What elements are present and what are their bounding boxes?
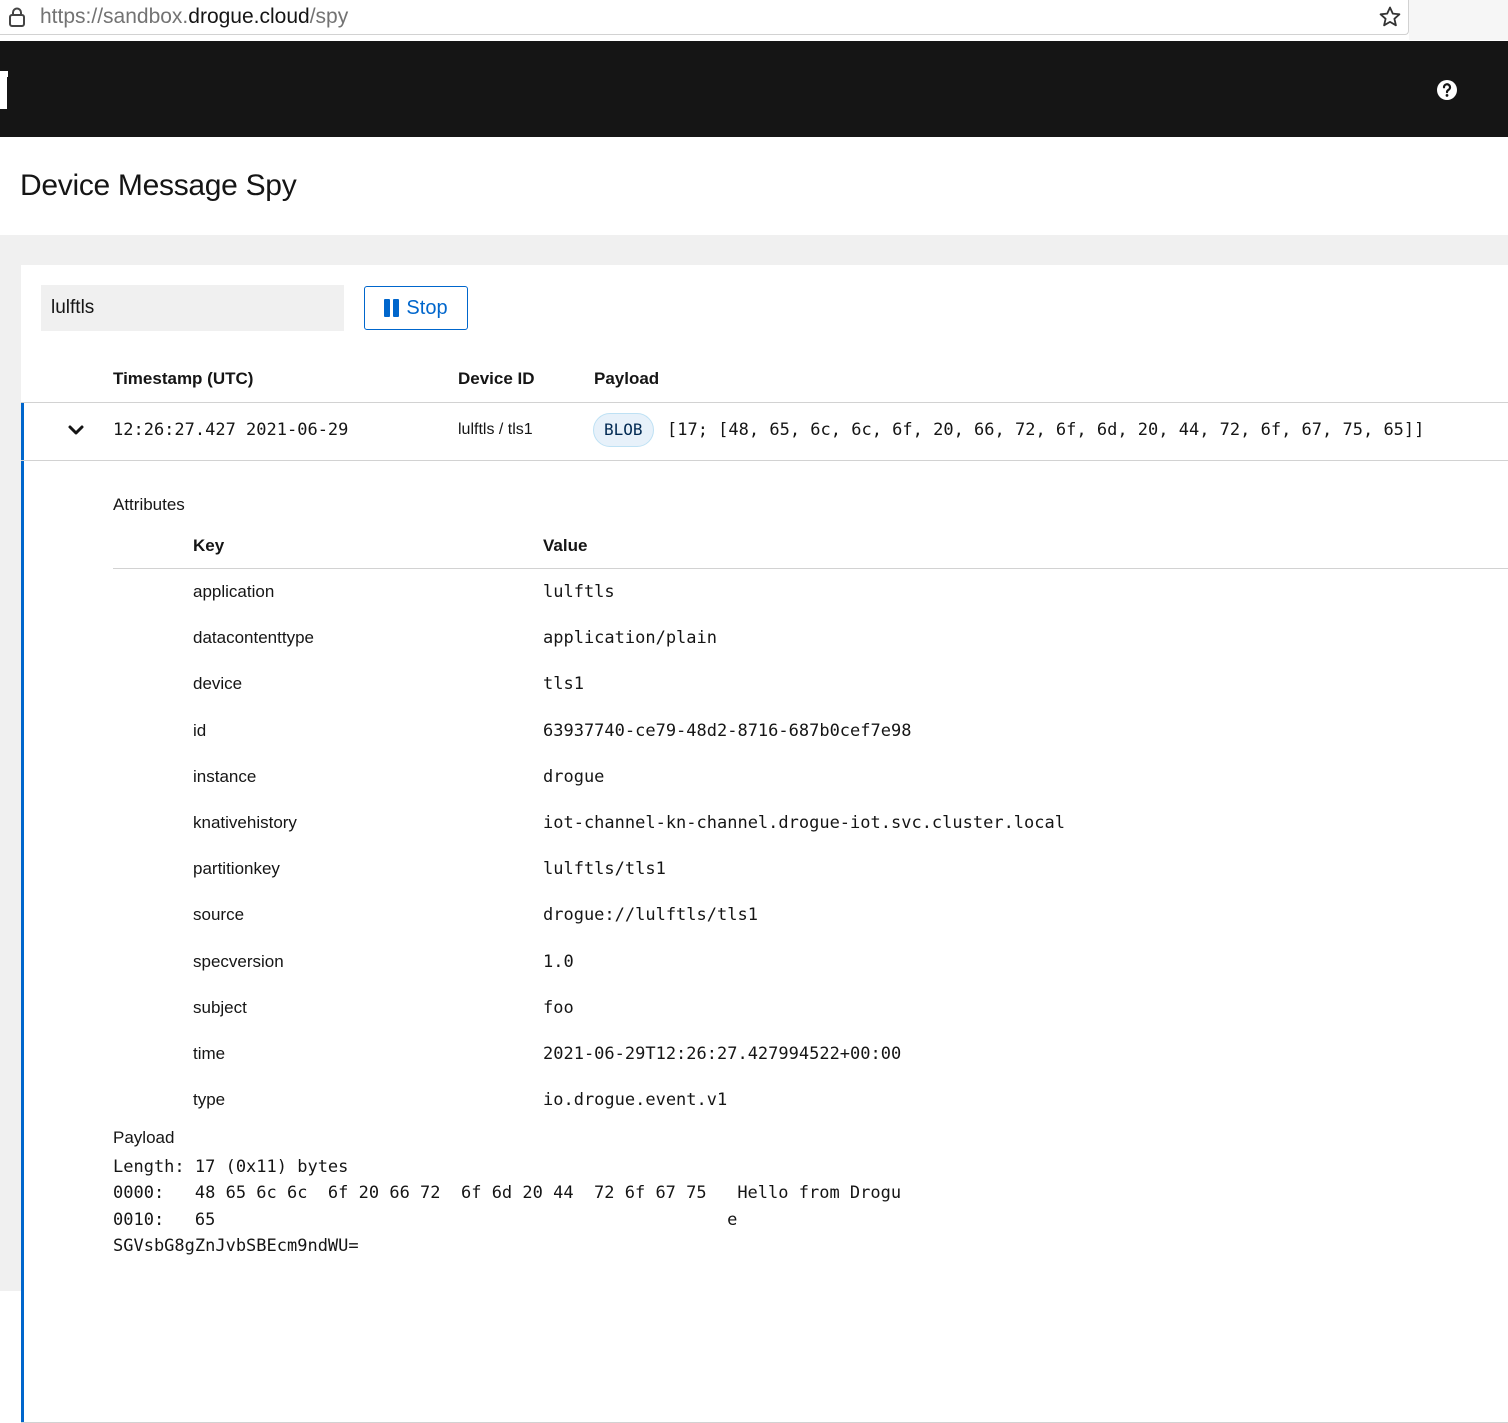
attribute-value: foo (543, 997, 574, 1018)
attribute-value: lulftls/tls1 (543, 859, 666, 880)
attribute-row: time 2021-06-29T12:26:27.427994522+00:00 (21, 1031, 1508, 1077)
browser-toolbar-area (1409, 0, 1508, 40)
attribute-row: partitionkey lulftls/tls1 (21, 846, 1508, 892)
attribute-value: tls1 (543, 674, 584, 695)
attribute-value: 63937740-ce79-48d2-8716-687b0cef7e98 (543, 720, 912, 741)
cell-payload-summary: [17; [48, 65, 6c, 6c, 6f, 20, 66, 72, 6f… (667, 420, 1425, 440)
masthead (0, 41, 1508, 137)
attribute-key: type (193, 1090, 226, 1110)
attribute-key: time (193, 1043, 226, 1063)
attribute-key: subject (193, 997, 247, 1017)
attribute-row: id 63937740-ce79-48d2-8716-687b0cef7e98 (21, 708, 1508, 754)
attribute-value: io.drogue.event.v1 (543, 1090, 728, 1111)
stop-button-label: Stop (406, 296, 448, 319)
payload-hexdump: Length: 17 (0x11) bytes 0000: 48 65 6c 6… (113, 1157, 902, 1256)
column-header-payload[interactable]: Payload (594, 369, 659, 389)
page-header: Device Message Spy (0, 137, 1508, 235)
chevron-down-icon (68, 425, 84, 435)
attribute-key: application (193, 582, 275, 601)
attribute-row: instance drogue (21, 754, 1508, 800)
url-path: /spy (309, 5, 349, 28)
attribute-value: lulftls (543, 582, 615, 602)
url-text[interactable]: https://sandbox.drogue.cloud/spy (40, 5, 348, 29)
star-icon[interactable] (1378, 5, 1402, 29)
spy-card: Stop Timestamp (UTC) Device ID Payload 1… (21, 265, 1508, 1423)
attribute-value: 1.0 (543, 951, 574, 972)
attributes-key-header: Key (193, 536, 225, 555)
pause-icon (384, 299, 400, 317)
attribute-row: knativehistory iot-channel-kn-channel.dr… (21, 800, 1508, 846)
attribute-key: datacontenttype (193, 628, 314, 648)
cell-timestamp: 12:26:27.427 2021-06-29 (113, 420, 349, 440)
url-prefix: https://sandbox. (40, 5, 189, 28)
attributes-value-header: Value (543, 536, 588, 555)
row-expand-toggle[interactable] (65, 419, 87, 441)
row-divider (21, 460, 1508, 461)
attribute-value: 2021-06-29T12:26:27.427994522+00:00 (543, 1043, 902, 1064)
attribute-key: source (193, 905, 245, 925)
stop-button[interactable]: Stop (364, 286, 468, 330)
help-icon[interactable] (1436, 79, 1458, 101)
attributes-table: application lulftls datacontenttype appl… (21, 569, 1508, 1123)
attribute-key: knativehistory (193, 812, 297, 832)
attribute-row: device tls1 (21, 661, 1508, 707)
attributes-label: Attributes (113, 495, 185, 514)
attribute-value: application/plain (543, 628, 717, 649)
url-host: drogue.cloud (188, 5, 310, 28)
browser-url-bar[interactable]: https://sandbox.drogue.cloud/spy (0, 0, 1409, 35)
application-input[interactable] (41, 285, 344, 331)
attribute-row: source drogue://lulftls/tls1 (21, 892, 1508, 938)
attribute-value: drogue (543, 766, 605, 787)
brand-logo[interactable] (0, 71, 8, 109)
row-divider (21, 402, 1508, 403)
attribute-value: iot-channel-kn-channel.drogue-iot.svc.cl… (543, 812, 1065, 833)
attribute-row: type io.drogue.event.v1 (21, 1077, 1508, 1123)
payload-type-badge: BLOB (593, 413, 654, 447)
attribute-row: specversion 1.0 (21, 939, 1508, 985)
attribute-row: datacontenttype application/plain (21, 615, 1508, 661)
attribute-key: partitionkey (193, 859, 280, 879)
payload-label: Payload (113, 1128, 175, 1147)
attribute-key: id (193, 720, 207, 740)
cell-device-id: lulftls / tls1 (458, 421, 533, 438)
attribute-row: application lulftls (21, 569, 1508, 615)
page-title: Device Message Spy (20, 169, 297, 202)
attribute-key: specversion (193, 951, 284, 971)
table-row: 12:26:27.427 2021-06-29 lulftls / tls1 B… (21, 402, 1508, 1423)
attribute-value: drogue://lulftls/tls1 (543, 905, 758, 926)
lock-icon (9, 7, 25, 27)
column-header-timestamp[interactable]: Timestamp (UTC) (113, 369, 253, 389)
column-header-device-id[interactable]: Device ID (458, 369, 535, 389)
attribute-row: subject foo (21, 985, 1508, 1031)
attribute-key: device (193, 674, 243, 694)
attribute-key: instance (193, 766, 257, 786)
